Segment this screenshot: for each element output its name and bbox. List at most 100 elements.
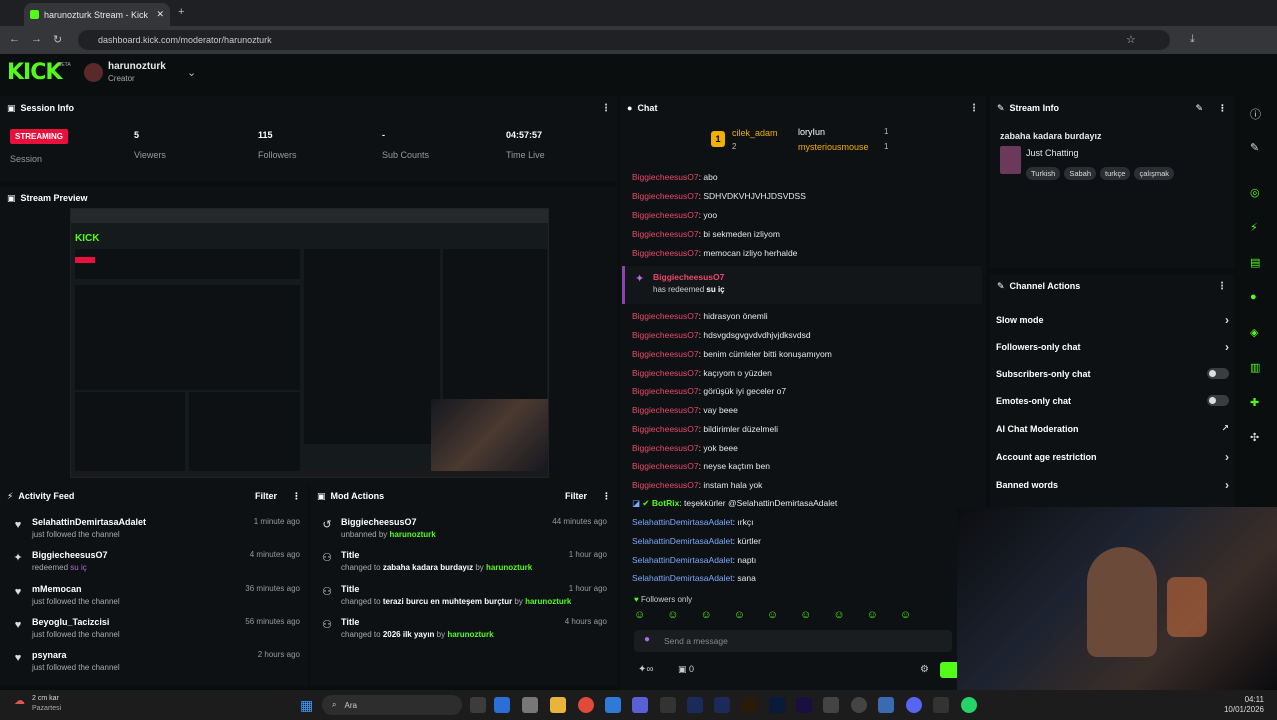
settings-gear-icon[interactable]: ⚙ — [920, 664, 929, 675]
edit-icon[interactable]: ✎ — [1195, 103, 1203, 114]
windows-start-icon[interactable]: ▦ — [300, 697, 313, 714]
tag[interactable]: çalışmak — [1134, 167, 1175, 180]
wrench-icon[interactable]: ✚ — [1250, 396, 1259, 409]
chat-message[interactable]: BiggiecheesusO7: hidrasyon önemli — [632, 311, 768, 321]
app-icon[interactable] — [878, 697, 894, 713]
chat-message[interactable]: SelahattinDemirtasaAdalet: sana — [632, 573, 756, 583]
app-icon[interactable] — [660, 697, 676, 713]
top-gifter-name[interactable]: mysteriousmouse — [798, 142, 869, 152]
forward-icon[interactable]: → — [31, 33, 42, 45]
chat-message[interactable]: SelahattinDemirtasaAdalet: kürtler — [632, 536, 761, 546]
redeem-user[interactable]: BiggiecheesusO7 — [653, 272, 724, 282]
chat-message[interactable]: BiggiecheesusO7: bi sekmeden izliyom — [632, 229, 780, 239]
tag[interactable]: turkçe — [1100, 167, 1131, 180]
tag[interactable]: Sabah — [1064, 167, 1096, 180]
app-icon[interactable] — [933, 697, 949, 713]
chat-message[interactable]: SelahattinDemirtasaAdalet: naptı — [632, 555, 756, 565]
chat-message[interactable]: BiggiecheesusO7: abo — [632, 172, 718, 182]
chat-message[interactable]: BiggiecheesusO7: hdsvgdsgvgvdvdhjvjdksvd… — [632, 330, 811, 340]
discord-icon[interactable] — [906, 697, 922, 713]
channel-name[interactable]: harunozturk — [108, 61, 166, 72]
app-icon[interactable] — [494, 697, 510, 713]
kick-logo[interactable]: KICK — [7, 60, 62, 85]
clock-time[interactable]: 04:11 — [1214, 695, 1264, 704]
chevron-down-icon[interactable]: ⌄ — [187, 66, 196, 79]
chat-message[interactable]: BiggiecheesusO7: instam hala yok — [632, 480, 762, 490]
photoshop-icon[interactable] — [769, 697, 785, 713]
app-icon[interactable] — [823, 697, 839, 713]
subscribers-only-option[interactable]: Subscribers-only chat — [996, 368, 1229, 379]
app-icon[interactable] — [714, 697, 730, 713]
taskview-icon[interactable] — [470, 697, 486, 713]
slow-mode-option[interactable]: Slow mode › — [996, 313, 1229, 327]
link-icon[interactable]: ◈ — [1250, 326, 1258, 339]
account-age-option[interactable]: Account age restriction › — [996, 450, 1229, 464]
emotes-only-option[interactable]: Emotes-only chat — [996, 395, 1229, 406]
app-icon[interactable] — [687, 697, 703, 713]
bot-message[interactable]: ◪ ✔ BotRix: teşekkürler @SelahattinDemir… — [632, 498, 837, 509]
top-gifter-name[interactable]: loryIun — [798, 127, 825, 137]
more-icon[interactable]: ⋮ — [292, 491, 301, 502]
chat-message[interactable]: BiggiecheesusO7: kaçıyom o yüzden — [632, 368, 772, 378]
banned-words-option[interactable]: Banned words › — [996, 478, 1229, 492]
chat-message[interactable]: BiggiecheesusO7: yok beee — [632, 443, 738, 453]
info-icon[interactable]: ⓘ — [1250, 106, 1261, 122]
chat-message[interactable]: BiggiecheesusO7: yoo — [632, 210, 717, 220]
emote-bar[interactable]: ☺☺☺☺☺☺☺☺☺ — [634, 609, 946, 623]
filter-button[interactable]: Filter — [565, 491, 587, 501]
tag[interactable]: Turkish — [1026, 167, 1061, 180]
chat-message[interactable]: SelahattinDemirtasaAdalet: ırkçı — [632, 517, 753, 527]
address-bar[interactable]: dashboard.kick.com/moderator/harunozturk — [78, 30, 1170, 50]
pencil-icon[interactable]: ✎ — [1250, 141, 1259, 154]
illustrator-icon[interactable] — [741, 697, 757, 713]
followers-only-option[interactable]: Followers-only chat › — [996, 340, 1229, 354]
premiere-icon[interactable] — [796, 697, 812, 713]
bolt-icon[interactable]: ⚡ — [1250, 221, 1258, 234]
tab-title: harunozturk Stream - Kick Dash — [44, 9, 151, 20]
file-explorer-icon[interactable] — [550, 697, 566, 713]
more-icon[interactable]: ⋮ — [1218, 103, 1227, 114]
channel-avatar[interactable] — [84, 63, 103, 82]
chat-message[interactable]: BiggiecheesusO7: görüşük iyi geceler o7 — [632, 386, 786, 396]
more-icon[interactable]: ⋮ — [1217, 281, 1227, 292]
app-icon[interactable] — [605, 697, 621, 713]
chat-message[interactable]: BiggiecheesusO7: bildirimler düzelmeli — [632, 424, 778, 434]
server-icon[interactable]: ▥ — [1250, 361, 1260, 374]
chat-message[interactable]: BiggiecheesusO7: memocan izliyo herhalde — [632, 248, 797, 258]
browser-tab[interactable]: harunozturk Stream - Kick Dash ✕ — [24, 3, 170, 26]
category-name[interactable]: Just Chatting — [1026, 148, 1079, 158]
download-icon[interactable]: ⤓ — [1190, 33, 1195, 46]
app-icon[interactable] — [522, 697, 538, 713]
reload-icon[interactable]: ↻ — [53, 33, 62, 46]
close-tab-icon[interactable]: ✕ — [156, 9, 164, 20]
top-gifter-count: 1 — [884, 127, 889, 136]
plugin-icon[interactable]: ✣ — [1250, 431, 1259, 444]
chat-message[interactable]: BiggiecheesusO7: vay beee — [632, 405, 738, 415]
chat-message[interactable]: BiggiecheesusO7: benim cümleler bitti ko… — [632, 349, 832, 359]
chat-message[interactable]: BiggiecheesusO7: neyse kaçtım ben — [632, 461, 770, 471]
new-tab-icon[interactable]: + — [178, 6, 184, 18]
chat-message[interactable]: BiggiecheesusO7: SDHVDKVHJVHJDSVDSS — [632, 191, 806, 201]
top-gifter-name[interactable]: cilek_adam — [732, 128, 778, 138]
taskbar-search[interactable]: ⌕ Ara — [322, 695, 462, 715]
obs-icon[interactable] — [851, 697, 867, 713]
document-icon[interactable]: ▤ — [1250, 256, 1260, 269]
more-icon[interactable]: ⋮ — [969, 103, 979, 114]
filter-button[interactable]: Filter — [255, 491, 277, 501]
layout-icon[interactable]: ◎ — [1250, 186, 1260, 199]
ai-moderation-option[interactable]: AI Chat Moderation ↗ — [996, 423, 1229, 434]
back-icon[interactable]: ← — [9, 33, 20, 45]
mic-icon[interactable]: ● — [644, 634, 650, 645]
chrome-icon[interactable] — [578, 697, 594, 713]
more-icon[interactable]: ⋮ — [601, 103, 611, 114]
chat-input[interactable]: ● Send a message — [634, 630, 952, 652]
teams-icon[interactable] — [632, 697, 648, 713]
more-icon[interactable]: ⋮ — [602, 491, 611, 502]
weather-text[interactable]: 2 cm kar — [32, 695, 59, 702]
stream-preview-video[interactable]: KICK — [70, 208, 549, 478]
bookmark-star-icon[interactable]: ☆ — [1126, 33, 1136, 46]
heart-icon: ♥ — [14, 652, 22, 664]
whatsapp-icon[interactable] — [961, 697, 977, 713]
infinity-icon[interactable]: ✦∞ — [638, 664, 654, 675]
chat-icon[interactable]: ● — [1250, 291, 1257, 303]
